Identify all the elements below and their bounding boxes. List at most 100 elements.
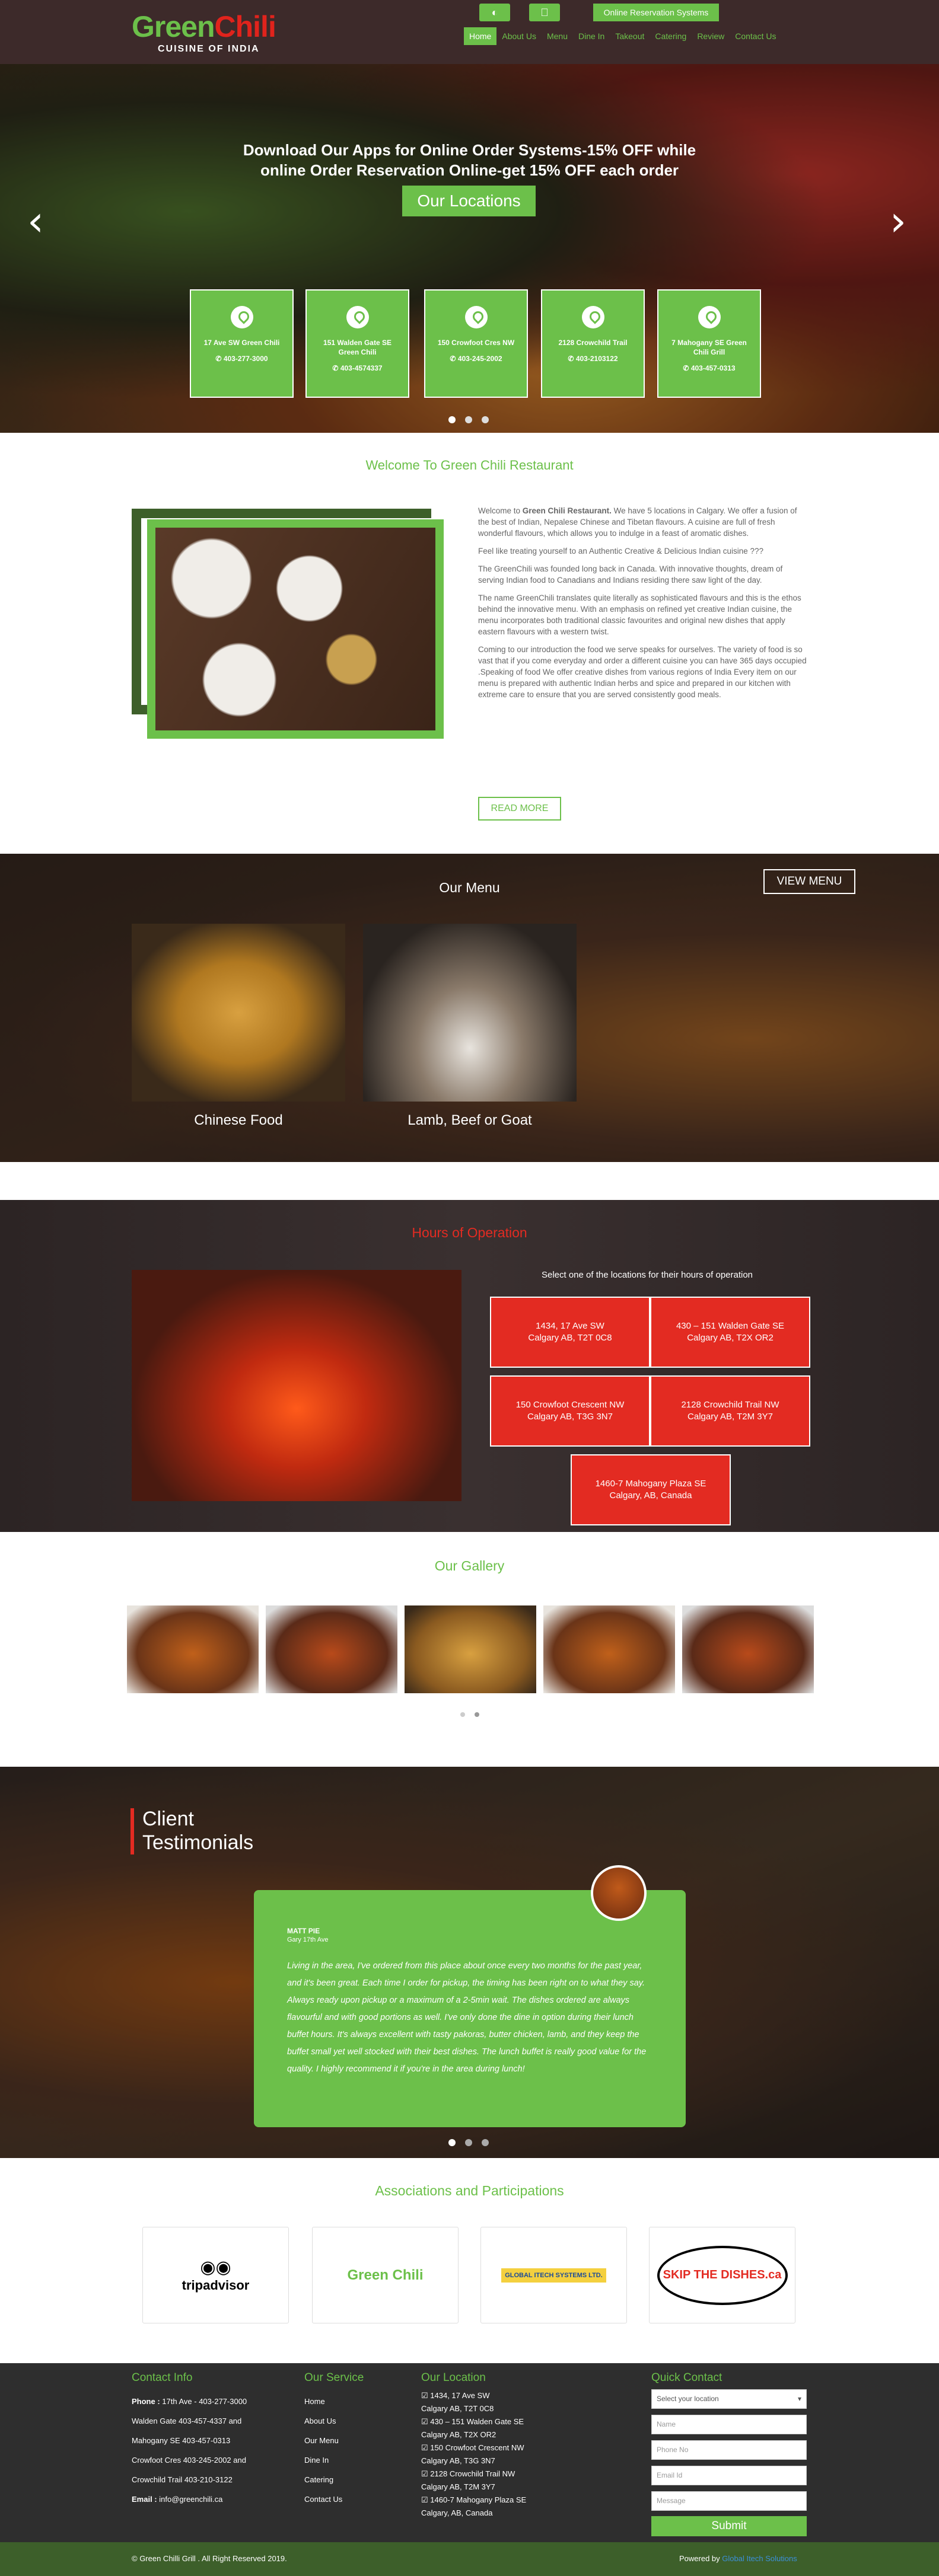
gallery-image[interactable] <box>682 1605 814 1693</box>
email-link[interactable]: info@greenchili.ca <box>157 2495 222 2504</box>
footer-link-dine-in[interactable]: Dine In <box>304 2450 342 2470</box>
hours-location-button[interactable]: 150 Crowfoot Crescent NW Calgary AB, T3G … <box>490 1375 650 1447</box>
footer-link-home[interactable]: Home <box>304 2392 342 2411</box>
whatsapp-icon: ✆ <box>450 355 456 363</box>
welcome-title: Welcome To Green Chili Restaurant <box>365 458 574 473</box>
hero-headline-line-1: Download Our Apps for Online Order Syste… <box>243 141 696 159</box>
submit-button[interactable]: Submit <box>651 2516 807 2536</box>
android-app-button[interactable]: ◐ <box>479 4 510 21</box>
location-phone: ✆ 403-457-0313 <box>683 364 736 372</box>
gallery-image[interactable] <box>405 1605 536 1693</box>
prev-slide-icon[interactable]: ‹ <box>27 200 44 242</box>
footer-link-about-us[interactable]: About Us <box>304 2411 342 2431</box>
nav-takeout[interactable]: Takeout <box>610 27 650 45</box>
hours-location-button[interactable]: 430 – 151 Walden Gate SE Calgary AB, T2X … <box>650 1297 810 1368</box>
green-chili-logo[interactable]: Green Chili <box>312 2227 459 2323</box>
map-pin-icon <box>464 306 488 328</box>
nav-menu[interactable]: Menu <box>542 27 573 45</box>
menu-item-lamb-beef-goat[interactable]: Lamb, Beef or Goat <box>363 924 577 1128</box>
gallery-dot[interactable] <box>475 1712 479 1717</box>
slider-dot[interactable] <box>465 416 472 423</box>
check-icon: ☑ <box>421 2469 428 2478</box>
android-icon: ◐ <box>491 7 498 18</box>
apple-icon:  <box>540 7 549 18</box>
nav-dine-in[interactable]: Dine In <box>573 27 610 45</box>
main-nav: Home About Us Menu Dine In Takeout Cater… <box>464 27 781 45</box>
slider-dot[interactable] <box>482 416 489 423</box>
apple-app-button[interactable]:  <box>529 4 560 21</box>
site-header: GreenChili CUISINE OF INDIA ◐  Online R… <box>0 0 939 64</box>
gallery-image[interactable] <box>127 1605 259 1693</box>
location-card[interactable]: 151 Walden Gate SE Green Chili ✆ 403-457… <box>305 289 409 398</box>
hero-slider: Download Our Apps for Online Order Syste… <box>0 64 939 433</box>
nav-about-us[interactable]: About Us <box>496 27 542 45</box>
testimonial-dot[interactable] <box>465 2139 472 2146</box>
location-select[interactable]: Select your location ▾ <box>651 2389 807 2409</box>
welcome-paragraph: The GreenChili was founded long back in … <box>478 564 783 585</box>
testimonial-dot[interactable] <box>448 2139 456 2146</box>
quick-contact-heading: Quick Contact <box>651 2371 722 2384</box>
nav-catering[interactable]: Catering <box>650 27 692 45</box>
hours-location-button[interactable]: 1460-7 Mahogany Plaza SE Calgary, AB, Can… <box>571 1454 731 1525</box>
name-input[interactable]: Name <box>651 2415 807 2434</box>
location-address: 150 Crowfoot Cres NW <box>437 339 515 347</box>
logo-word-chili: Chili <box>214 10 276 43</box>
reviewer-location: Gary 17th Ave <box>287 1936 329 1943</box>
logo-word-green: Green <box>132 10 215 43</box>
map-pin-icon <box>698 306 721 328</box>
location-address: 17 Ave SW Green Chili <box>203 339 280 347</box>
associations-title: Associations and Participations <box>375 2183 564 2198</box>
hero-headline-line-2: online Order Reservation Online-get 15% … <box>260 161 679 179</box>
gallery-dot[interactable] <box>460 1712 465 1717</box>
hours-title: Hours of Operation <box>412 1225 527 1240</box>
nav-review[interactable]: Review <box>692 27 730 45</box>
gallery-image[interactable] <box>543 1605 675 1693</box>
powered-by-link[interactable]: Global Itech Solutions <box>722 2554 797 2563</box>
footer-link-contact-us[interactable]: Contact Us <box>304 2489 342 2509</box>
location-phone: ✆ 403-277-3000 <box>215 355 268 363</box>
hours-location-button[interactable]: 2128 Crowchild Trail NW Calgary AB, T2M 3… <box>650 1375 810 1447</box>
phone-input[interactable]: Phone No <box>651 2440 807 2460</box>
online-reservation-button[interactable]: Online Reservation Systems <box>593 4 719 21</box>
our-service-heading: Our Service <box>304 2371 364 2384</box>
location-card[interactable]: 150 Crowfoot Cres NW ✆ 403-245-2002 <box>424 289 528 398</box>
reviewer-name: MATT PIE <box>287 1927 320 1935</box>
email-input[interactable]: Email Id <box>651 2466 807 2485</box>
message-input[interactable]: Message <box>651 2491 807 2511</box>
tripadvisor-logo[interactable]: ◉◉ tripadvisor <box>142 2227 289 2323</box>
hours-prompt: Select one of the locations for their ho… <box>541 1270 753 1280</box>
lamb-beef-goat-image <box>363 924 577 1102</box>
slider-dot[interactable] <box>448 416 456 423</box>
copyright-text: © Green Chilli Grill . All Right Reserve… <box>132 2554 287 2563</box>
location-card[interactable]: 2128 Crowchild Trail ✆ 403-2103122 <box>541 289 645 398</box>
global-itech-logo[interactable]: GLOBAL ITECH SYSTEMS LTD. <box>480 2227 627 2323</box>
gallery-image[interactable] <box>266 1605 397 1693</box>
logo[interactable]: GreenChili CUISINE OF INDIA <box>132 11 304 58</box>
map-pin-icon <box>581 306 604 328</box>
chevron-down-icon: ▾ <box>797 2395 801 2403</box>
location-card[interactable]: 7 Mahogany SE Green Chili Grill ✆ 403-45… <box>657 289 761 398</box>
whatsapp-icon: ✆ <box>215 355 222 363</box>
service-links: Home About Us Our Menu Dine In Catering … <box>304 2392 342 2509</box>
welcome-paragraph: The name GreenChili translates quite lit… <box>478 593 801 636</box>
hours-location-button[interactable]: 1434, 17 Ave SW Calgary AB, T2T 0C8 <box>490 1297 650 1368</box>
testimonial-quote: Living in the area, I've ordered from th… <box>287 1961 647 2074</box>
testimonials-section: Client Testimonials MATT PIE Gary 17th Av… <box>0 1767 939 2158</box>
read-more-button[interactable]: READ MORE <box>478 797 561 821</box>
footer-link-catering[interactable]: Catering <box>304 2470 342 2489</box>
footer-link-our-menu[interactable]: Our Menu <box>304 2431 342 2450</box>
location-address: 7 Mahogany SE Green Chili Grill <box>671 339 747 356</box>
whatsapp-icon: ✆ <box>683 364 689 372</box>
skip-the-dishes-logo[interactable]: SKIP THE DISHES.ca <box>649 2227 795 2323</box>
testimonial-dot[interactable] <box>482 2139 489 2146</box>
location-card[interactable]: 17 Ave SW Green Chili ✆ 403-277-3000 <box>190 289 294 398</box>
menu-item-chinese-food[interactable]: Chinese Food <box>132 924 345 1128</box>
welcome-food-image <box>147 519 444 739</box>
welcome-paragraph: Welcome to Green Chili Restaurant. We ha… <box>478 506 797 538</box>
nav-contact-us[interactable]: Contact Us <box>730 27 781 45</box>
whatsapp-icon: ✆ <box>568 355 574 363</box>
next-slide-icon[interactable]: › <box>890 200 906 242</box>
reviewer-avatar <box>591 1865 647 1921</box>
our-locations-button[interactable]: Our Locations <box>402 186 536 216</box>
nav-home[interactable]: Home <box>464 27 497 45</box>
